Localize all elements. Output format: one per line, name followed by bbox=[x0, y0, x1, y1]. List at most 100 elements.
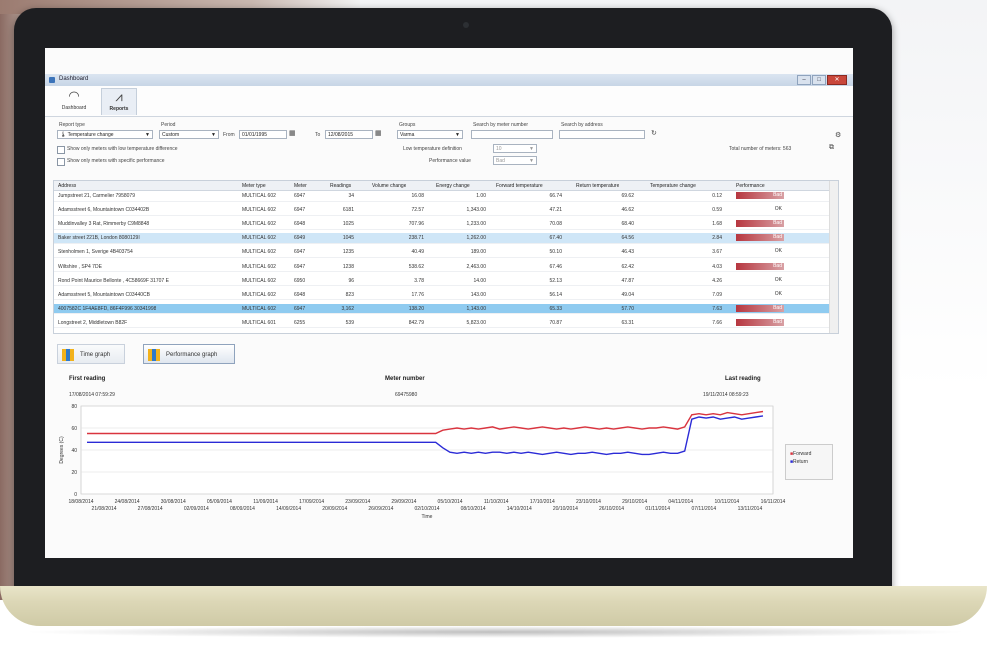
from-date-input[interactable]: 01/01/1995 bbox=[239, 130, 287, 139]
column-header[interactable]: Temperature change bbox=[650, 183, 696, 189]
chevron-down-icon: ▼ bbox=[529, 146, 534, 152]
table-cell-energy: 1,262.00 bbox=[466, 235, 486, 242]
x-tick-label: 20/10/2014 bbox=[553, 506, 578, 512]
x-tick-label: 29/10/2014 bbox=[622, 499, 647, 505]
calendar-icon[interactable]: ▦ bbox=[375, 129, 382, 137]
table-row[interactable]: Wiltshire , SP4 7DE MULTICAL 602 6947 1238 5… bbox=[54, 262, 830, 273]
table-row[interactable]: Stenholmen 1, Sverige 4B403754 MULTICAL 6… bbox=[54, 247, 830, 258]
table-cell-volume: 238.71 bbox=[408, 235, 424, 242]
table-cell-energy: 1.00 bbox=[476, 193, 486, 199]
x-tick-label: 29/09/2014 bbox=[391, 499, 416, 505]
maximize-button[interactable]: □ bbox=[812, 75, 826, 85]
table-cell-tchg: 7.66 bbox=[712, 319, 722, 326]
y-axis-label: Degrees (C) bbox=[59, 436, 65, 464]
period-label: Period bbox=[161, 122, 176, 128]
column-header[interactable]: Meter bbox=[294, 183, 307, 189]
legend-item-forward: ■Forward bbox=[790, 451, 832, 457]
close-button[interactable]: ✕ bbox=[827, 75, 847, 85]
search-meter-label: Search by meter number bbox=[473, 122, 529, 128]
gear-icon[interactable]: ⚙ bbox=[835, 131, 841, 139]
x-tick-label: 16/11/2014 bbox=[761, 499, 786, 505]
perf-value-select[interactable]: Bad ▼ bbox=[493, 156, 537, 165]
export-icon[interactable]: ⧉ bbox=[829, 144, 834, 152]
table-row[interactable]: Adamsstreet 6, Mountaintown C034402B MULT… bbox=[54, 205, 830, 216]
chevron-down-icon: ▼ bbox=[455, 132, 460, 138]
column-header[interactable]: Volume change bbox=[372, 183, 406, 189]
x-tick-label: 07/11/2014 bbox=[691, 506, 716, 512]
performance-graph-button[interactable]: Performance graph bbox=[143, 344, 235, 364]
column-header[interactable]: Forward temperature bbox=[496, 183, 543, 189]
table-cell-readings: 6181 bbox=[342, 207, 354, 214]
performance-cell: OK bbox=[774, 206, 782, 213]
perf-value-label: Performance value bbox=[429, 158, 471, 164]
app-icon bbox=[49, 77, 55, 83]
performance-cell: Bad bbox=[736, 234, 784, 242]
search-meter-input[interactable] bbox=[471, 130, 553, 139]
table-cell-address: Stenholmen 1, Sverige 4B403754 bbox=[58, 249, 133, 256]
table-cell-energy: 14.00 bbox=[473, 277, 486, 284]
perf-value-value: Bad bbox=[496, 158, 505, 164]
tab-reports[interactable]: ⩘ Reports bbox=[101, 88, 137, 115]
table-cell-ret: 64.56 bbox=[621, 235, 634, 242]
table-cell-ret: 62.42 bbox=[621, 263, 634, 270]
last-reading-label: Last reading bbox=[725, 376, 761, 382]
gauge-icon: ◠ bbox=[68, 88, 80, 103]
column-header[interactable]: Return temperature bbox=[576, 183, 619, 189]
laptop-base bbox=[0, 586, 987, 626]
column-header[interactable]: Readings bbox=[330, 183, 351, 189]
specific-perf-checkbox[interactable] bbox=[57, 158, 65, 166]
table-row[interactable]: Baker street 221B, London 8080129I MULTIC… bbox=[54, 233, 830, 244]
low-temp-checkbox[interactable] bbox=[57, 146, 65, 154]
table-row[interactable]: Longstreet 2, Middletown B82F MULTICAL 60… bbox=[54, 318, 830, 329]
table-row[interactable]: Rond Point Maurice Bellonte , 4C58669F 3… bbox=[54, 276, 830, 287]
table-cell-meter: 6255 bbox=[294, 319, 306, 326]
table-row[interactable]: Muddinvalley 3 Rat, Rimmerby C9M8848 MULT… bbox=[54, 219, 830, 230]
report-type-value: Temperature change bbox=[67, 132, 114, 138]
time-graph-button[interactable]: Time graph bbox=[57, 344, 125, 364]
table-cell-type: MULTICAL 602 bbox=[242, 249, 276, 256]
table-scrollbar[interactable] bbox=[829, 181, 838, 333]
column-header[interactable]: Energy change bbox=[436, 183, 470, 189]
table-cell-energy: 189.00 bbox=[470, 249, 486, 256]
y-tick-label: 80 bbox=[71, 404, 77, 410]
table-cell-volume: 40.49 bbox=[411, 249, 424, 256]
chart-legend: ■Forward ■Return bbox=[785, 444, 833, 480]
table-row[interactable]: 4007582C 1F4AE8FD, 86F4F996 30341998 MULT… bbox=[54, 303, 830, 315]
minimize-button[interactable]: – bbox=[797, 75, 811, 85]
legend-label: Forward bbox=[793, 451, 812, 457]
groups-select[interactable]: Varma ▼ bbox=[397, 130, 463, 139]
x-tick-label: 17/09/2014 bbox=[299, 499, 324, 505]
table-cell-fwd: 56.14 bbox=[549, 291, 562, 298]
column-header[interactable]: Meter type bbox=[242, 183, 266, 189]
period-select[interactable]: Custom ▼ bbox=[159, 130, 219, 139]
table-cell-ret: 69.62 bbox=[621, 193, 634, 199]
tab-label: Dashboard bbox=[61, 105, 87, 111]
column-header[interactable]: Address bbox=[58, 183, 76, 189]
refresh-icon[interactable]: ↻ bbox=[651, 129, 657, 137]
thermometer-icon: 🌡 bbox=[60, 132, 67, 138]
to-date-input[interactable]: 12/08/2015 bbox=[325, 130, 373, 139]
x-tick-label: 26/10/2014 bbox=[599, 506, 624, 512]
from-label: From bbox=[223, 132, 235, 138]
x-tick-label: 04/11/2014 bbox=[668, 499, 693, 505]
table-row[interactable]: Adamsstreet 5, Mountaintown C03440CB MULT… bbox=[54, 290, 830, 301]
x-tick-label: 01/11/2014 bbox=[645, 506, 670, 512]
search-address-input[interactable] bbox=[559, 130, 645, 139]
table-cell-energy: 143.00 bbox=[470, 291, 486, 298]
tab-dashboard[interactable]: ◠ Dashboard bbox=[57, 88, 91, 114]
table-cell-meter: 6947 bbox=[294, 305, 306, 312]
table-cell-fwd: 67.40 bbox=[549, 235, 562, 242]
x-tick-label: 11/09/2014 bbox=[253, 499, 278, 505]
time-graph-label: Time graph bbox=[80, 352, 111, 358]
period-value: Custom bbox=[162, 132, 180, 138]
report-type-select[interactable]: 🌡 Temperature change ▼ bbox=[57, 130, 153, 139]
table-row[interactable]: Jumpstreet 21, Carmelier 7958079 MULTICAL… bbox=[54, 191, 830, 202]
low-temp-def-select[interactable]: 10 ▼ bbox=[493, 144, 537, 153]
first-reading-value: 17/08/2014 07:59:29 bbox=[69, 392, 115, 398]
x-tick-label: 14/10/2014 bbox=[507, 506, 532, 512]
x-tick-label: 05/09/2014 bbox=[207, 499, 232, 505]
table-cell-fwd: 47.21 bbox=[549, 207, 562, 214]
table-cell-readings: 34 bbox=[348, 193, 354, 199]
column-header[interactable]: Performance bbox=[736, 183, 765, 189]
calendar-icon[interactable]: ▦ bbox=[289, 129, 296, 137]
